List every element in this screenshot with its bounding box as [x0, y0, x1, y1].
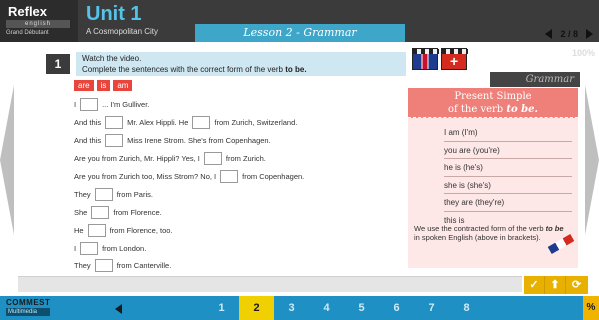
page-tab-4[interactable]: 4 [309, 296, 344, 320]
reflex-logo: Reflex english Grand Débutant [0, 0, 78, 42]
answer-gap[interactable] [220, 170, 239, 183]
answer-gap[interactable] [105, 134, 124, 148]
logo-subtitle: english [6, 20, 70, 28]
sentence-row: Are you from Zurich too, Miss Strom? No,… [74, 170, 305, 183]
page-tab-5[interactable]: 5 [344, 296, 379, 320]
answer-gap[interactable] [94, 259, 113, 273]
page-tabs: 1 2 3 4 5 6 7 8 [204, 296, 484, 320]
footer-bar: COMMEST Multimedia 1 2 3 4 5 6 7 8 % [0, 296, 599, 320]
sentence-row: They from Paris. [74, 187, 153, 201]
option-am[interactable]: am [113, 80, 133, 91]
sentence-row: Are you from Zurich, Mr. Hippli? Yes, If… [74, 152, 266, 166]
sentence-row: I... I'm Gulliver. [74, 98, 150, 112]
page-tab-6[interactable]: 6 [379, 296, 414, 320]
answer-gap[interactable] [91, 205, 110, 219]
brand-subtitle: Multimedia [6, 308, 50, 316]
logo-text: Reflex [8, 4, 48, 19]
grammar-note: We use the contracted form of the verb t… [414, 224, 564, 242]
sentence-row: They from Canterville. [74, 259, 172, 273]
watermark-text: 100% [572, 48, 596, 58]
page-tab-2[interactable]: 2 [239, 296, 274, 320]
exercise-instruction: Watch the video. Complete the sentences … [76, 52, 406, 76]
page-tab-8[interactable]: 8 [449, 296, 484, 320]
swiss-flag-clapboard-icon[interactable] [441, 48, 468, 70]
brand-name: COMMEST [6, 298, 51, 307]
upload-button[interactable]: ⬆ [545, 276, 566, 294]
sentence-row: She from Florence. [74, 205, 162, 219]
verb-forms-list: I am (I'm) you are (you're) he is (he's)… [444, 124, 572, 229]
answer-gap[interactable] [203, 152, 222, 166]
verb-form: I am (I'm) [444, 124, 572, 142]
answer-gap[interactable] [80, 241, 99, 255]
page-navigator: 2 / 8 [545, 28, 593, 40]
previous-screen-arrow-icon[interactable] [0, 85, 14, 235]
sentence-row: And this Mr. Alex Hippli. He from Zurich, … [74, 116, 298, 130]
verb-form: she is (she's) [444, 177, 572, 194]
header-bar: Reflex english Grand Débutant Unit 1 A C… [0, 0, 599, 42]
instruction-line-2: Complete the sentences with the correct … [82, 65, 307, 74]
sentence-row: Ifrom London. [74, 241, 147, 255]
sentence-row: He from Florence, too. [74, 223, 173, 237]
prev-page-icon[interactable] [545, 29, 553, 39]
answer-gap[interactable] [87, 223, 106, 237]
answer-gap[interactable] [80, 98, 99, 112]
unit-subtitle: A Cosmopolitan City [86, 27, 159, 36]
page-tab-7[interactable]: 7 [414, 296, 449, 320]
action-buttons: ✓ ⬆ ⟳ [524, 276, 588, 294]
progress-percent: % [583, 296, 599, 320]
next-screen-arrow-icon[interactable] [585, 85, 599, 235]
page-indicator: 2 / 8 [560, 29, 578, 39]
back-arrow-icon[interactable] [115, 304, 122, 314]
option-are[interactable]: are [74, 80, 94, 91]
page-tab-3[interactable]: 3 [274, 296, 309, 320]
grammar-title: Present Simple of the verb to be. [408, 88, 578, 118]
grammar-tab: Grammar [490, 72, 580, 87]
answer-options: are is am [74, 80, 133, 91]
answer-bar [18, 276, 522, 292]
next-page-icon[interactable] [586, 29, 593, 39]
verb-form: you are (you're) [444, 142, 572, 159]
verb-form: he is (he's) [444, 159, 572, 177]
logo-level: Grand Débutant [6, 30, 49, 36]
answer-gap[interactable] [94, 187, 113, 201]
reset-button[interactable]: ⟳ [566, 276, 587, 294]
instruction-line-1: Watch the video. [82, 54, 142, 63]
answer-gap[interactable] [105, 116, 124, 130]
answer-gap[interactable] [192, 116, 211, 130]
sentence-row: And this Miss Irene Strom. She's from Cop… [74, 134, 271, 148]
option-is[interactable]: is [96, 80, 111, 91]
verb-form: they are (they're) [444, 194, 572, 212]
unit-title: Unit 1 [86, 3, 142, 25]
uk-flag-clapboard-icon[interactable] [412, 48, 439, 70]
commest-logo: COMMEST Multimedia [6, 298, 62, 318]
exercise-number: 1 [46, 54, 70, 74]
lesson-title: Lesson 2 - Grammar [195, 24, 405, 42]
video-flags[interactable] [412, 46, 468, 72]
sentence-list: I... I'm Gulliver. And this Mr. Alex Hipp… [74, 96, 404, 275]
page-tab-1[interactable]: 1 [204, 296, 239, 320]
check-button[interactable]: ✓ [524, 276, 545, 294]
